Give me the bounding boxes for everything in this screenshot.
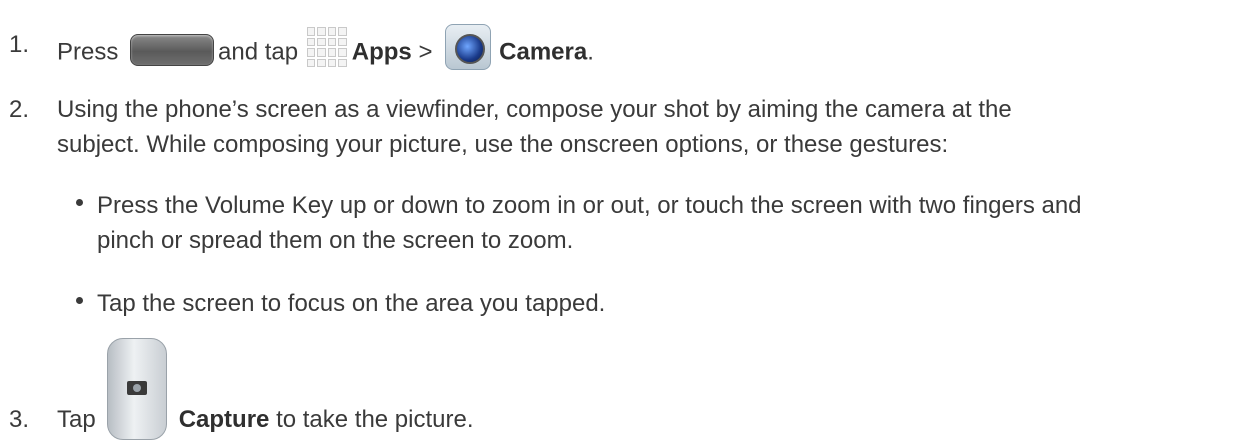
and-tap-label: and tap — [218, 38, 299, 66]
home-key-icon — [130, 34, 215, 66]
bullet-dot — [76, 189, 88, 206]
press-label: Press — [57, 38, 119, 66]
step-number: 2. — [9, 96, 30, 123]
capture-button-icon — [107, 338, 167, 440]
capture-label: Capture — [178, 406, 270, 433]
apps-label: Apps — [351, 38, 412, 66]
bullet-1-line-1: Press the Volume Key up or down to zoom … — [97, 192, 1082, 219]
step-number: 1. — [9, 31, 30, 58]
separator: > — [418, 38, 433, 66]
step-3-rest: to take the picture. — [276, 406, 474, 433]
step-1-text: Press and tap Apps > Camera. — [57, 24, 594, 76]
period: . — [587, 38, 594, 66]
camera-glyph-icon — [127, 381, 147, 395]
camera-app-icon — [445, 24, 492, 70]
bullet-1-line-2: pinch or spread them on the screen to zo… — [97, 227, 574, 254]
camera-label: Camera — [499, 38, 588, 66]
bullet-dot — [76, 287, 88, 304]
bullet-2-line-1: Tap the screen to focus on the area you … — [97, 290, 606, 317]
step-2-line-1: Using the phone’s screen as a viewfinder… — [57, 96, 1012, 123]
tap-label: Tap — [57, 406, 96, 433]
step-2-line-2: subject. While composing your picture, u… — [57, 131, 949, 158]
apps-grid-icon — [306, 27, 347, 67]
step-number: 3. — [9, 406, 30, 433]
